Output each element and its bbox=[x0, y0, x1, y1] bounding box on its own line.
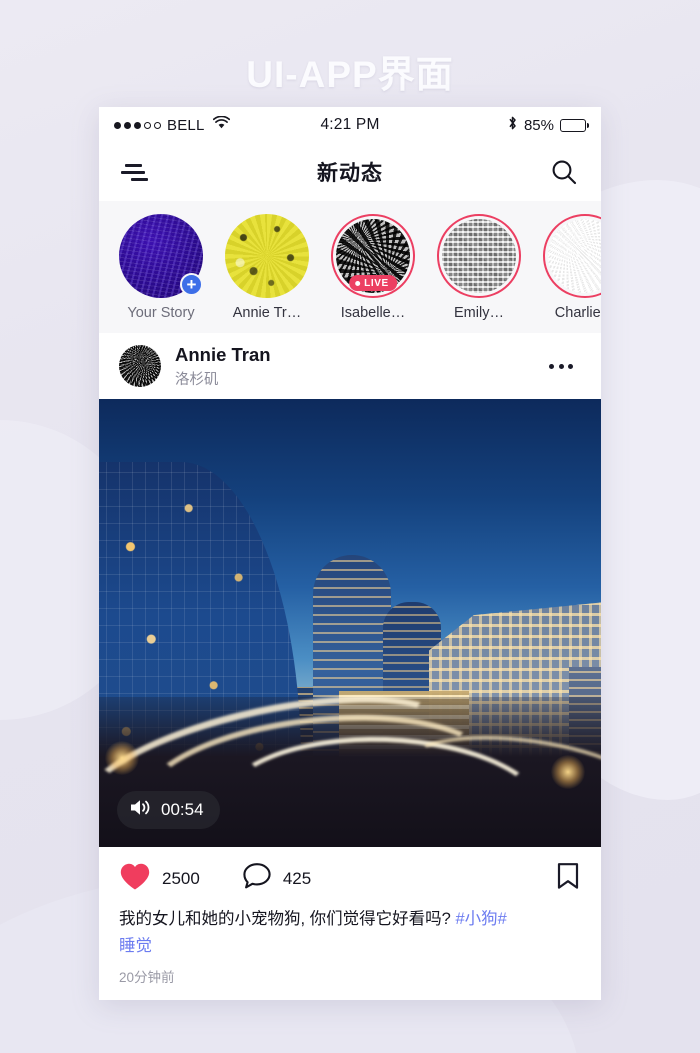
signal-strength-icon bbox=[114, 121, 161, 129]
volume-icon[interactable] bbox=[129, 798, 151, 822]
post-header: Annie Tran 洛杉矶 bbox=[99, 333, 601, 399]
like-action[interactable]: 2500 bbox=[119, 862, 200, 896]
street-light-glow bbox=[105, 741, 139, 775]
hamburger-filter-icon[interactable] bbox=[121, 161, 151, 183]
post-author-block: Annie Tran 洛杉矶 bbox=[175, 343, 527, 389]
phone-mockup: BELL 4:21 PM 85% 新动态 + Your Story Annie … bbox=[99, 107, 601, 1000]
stories-strip[interactable]: + Your Story Annie Tr… LIVE Isabelle… Em… bbox=[99, 201, 601, 333]
avatar bbox=[548, 219, 601, 293]
avatar bbox=[225, 214, 309, 298]
video-duration: 00:54 bbox=[161, 800, 204, 819]
search-icon[interactable] bbox=[549, 157, 579, 187]
more-options-icon[interactable] bbox=[541, 356, 581, 377]
status-bar-right: 85% bbox=[380, 115, 589, 136]
post-timestamp: 20分钟前 bbox=[99, 959, 601, 1000]
page-header-title: 新动态 bbox=[317, 162, 383, 185]
comment-action[interactable]: 425 bbox=[242, 862, 311, 896]
avatar[interactable] bbox=[119, 345, 161, 387]
story-item[interactable]: + Your Story bbox=[117, 214, 205, 321]
status-bar: BELL 4:21 PM 85% bbox=[99, 107, 601, 143]
heart-icon[interactable] bbox=[119, 862, 151, 896]
status-bar-left: BELL bbox=[114, 115, 320, 134]
story-label: Your Story bbox=[127, 305, 195, 321]
story-avatar-ring bbox=[225, 214, 309, 298]
video-status-chip[interactable]: 00:54 bbox=[117, 791, 220, 829]
avatar bbox=[442, 219, 516, 293]
post-author-name[interactable]: Annie Tran bbox=[175, 343, 527, 366]
story-avatar-ring: + bbox=[119, 214, 203, 298]
caption-hashtag[interactable]: 睡觉 bbox=[119, 937, 152, 955]
app-navbar: 新动态 bbox=[99, 143, 601, 201]
comment-icon[interactable] bbox=[242, 862, 272, 896]
story-item[interactable]: Charlie… bbox=[541, 214, 601, 321]
story-label: Annie Tr… bbox=[232, 305, 302, 321]
battery-icon bbox=[560, 118, 589, 132]
status-bar-time: 4:21 PM bbox=[320, 116, 380, 133]
story-label: Charlie… bbox=[554, 305, 601, 321]
story-item[interactable]: Annie Tr… bbox=[223, 214, 311, 321]
post-action-bar: 2500 425 bbox=[99, 847, 601, 904]
add-story-icon[interactable]: + bbox=[180, 273, 203, 296]
battery-percent-label: 85% bbox=[523, 116, 554, 134]
post-media[interactable]: 00:54 bbox=[99, 399, 601, 847]
story-item[interactable]: Emily… bbox=[435, 214, 523, 321]
carrier-label: BELL bbox=[167, 116, 205, 134]
story-avatar-ring bbox=[437, 214, 521, 298]
page-title: UI-APP界面 bbox=[246, 54, 454, 95]
caption-text: 我的女儿和她的小宠物狗, 你们觉得它好看吗? bbox=[119, 910, 451, 928]
story-label: Isabelle… bbox=[340, 305, 406, 321]
live-label: LIVE bbox=[364, 277, 389, 289]
story-item[interactable]: LIVE Isabelle… bbox=[329, 214, 417, 321]
wifi-icon bbox=[212, 115, 230, 134]
live-badge: LIVE bbox=[349, 275, 397, 291]
comment-count: 425 bbox=[282, 868, 312, 888]
live-dot-icon bbox=[355, 280, 361, 286]
bookmark-action[interactable] bbox=[555, 861, 581, 896]
post-caption: 我的女儿和她的小宠物狗, 你们觉得它好看吗? #小狗# 睡觉 bbox=[99, 904, 601, 960]
bookmark-icon[interactable] bbox=[555, 861, 581, 896]
bluetooth-icon bbox=[507, 115, 518, 136]
like-count: 2500 bbox=[162, 868, 200, 888]
street-light-glow bbox=[551, 755, 585, 789]
story-avatar-ring bbox=[543, 214, 601, 298]
post-location[interactable]: 洛杉矶 bbox=[175, 368, 527, 389]
story-label: Emily… bbox=[454, 305, 504, 321]
caption-hashtag[interactable]: #小狗# bbox=[455, 910, 506, 928]
